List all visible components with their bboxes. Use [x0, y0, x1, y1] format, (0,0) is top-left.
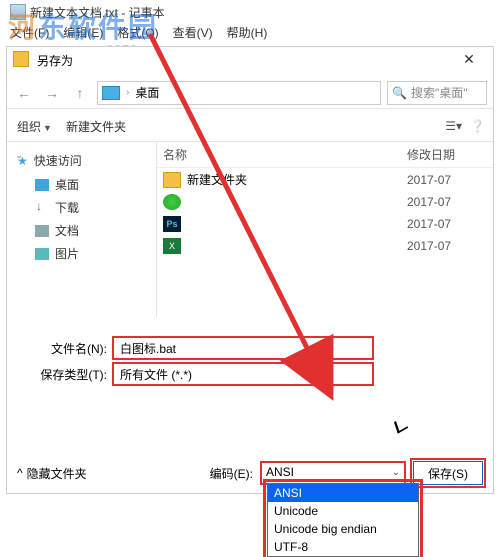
pictures-icon	[35, 248, 49, 260]
list-item[interactable]: 2017-07	[157, 191, 493, 213]
dialog-titlebar: 另存为 ✕	[7, 47, 493, 73]
sidebar-quick-access[interactable]: ★快速访问	[7, 148, 156, 173]
encoding-option-ansi[interactable]: ANSI	[268, 484, 418, 502]
filetype-label: 保存类型(T):	[17, 366, 113, 383]
folder-icon	[163, 172, 181, 188]
column-headers[interactable]: 名称 修改日期	[157, 142, 493, 168]
new-folder-button[interactable]: 新建文件夹	[66, 118, 126, 135]
chevron-right-icon: ›	[126, 87, 129, 98]
col-date[interactable]: 修改日期	[407, 146, 487, 163]
toolbar: 组织▼ 新建文件夹 ☰▾ ❔	[7, 111, 493, 141]
file-list: 名称 修改日期 新建文件夹2017-07 2017-07 Ps2017-07 X…	[157, 142, 493, 317]
documents-icon	[35, 225, 49, 237]
search-icon: 🔍	[392, 86, 407, 100]
view-icon[interactable]: ☰▾	[445, 119, 462, 133]
organize-button[interactable]: 组织▼	[17, 118, 52, 135]
encoding-option-utf8[interactable]: UTF-8	[268, 538, 418, 556]
notepad-title: 新建文本文档.txt - 记事本	[30, 4, 165, 21]
filename-input[interactable]	[113, 337, 373, 359]
col-name[interactable]: 名称	[163, 146, 407, 163]
chevron-up-icon: ^	[17, 466, 23, 480]
notepad-icon	[10, 4, 26, 20]
filetype-select[interactable]	[113, 363, 373, 385]
list-item[interactable]: X2017-07	[157, 235, 493, 257]
chevron-down-icon[interactable]: ⌄	[15, 150, 23, 161]
notepad-menu: 文件(F) 编辑(E) 格式(O) 查看(V) 帮助(H)	[10, 24, 267, 41]
dialog-title: 另存为	[37, 52, 73, 69]
save-button[interactable]: 保存(S)	[413, 461, 483, 485]
location-text: 桌面	[135, 84, 159, 101]
menu-format[interactable]: 格式(O)	[117, 24, 158, 41]
menu-view[interactable]: 查看(V)	[173, 24, 213, 41]
encoding-select[interactable]: ANSI ⌄	[261, 462, 405, 484]
encoding-dropdown: ANSI Unicode Unicode big endian UTF-8	[267, 483, 419, 557]
nav-row: ← → ↑ › 桌面 🔍 搜索"桌面"	[7, 77, 493, 109]
forward-icon[interactable]: →	[41, 82, 63, 104]
menu-file[interactable]: 文件(F)	[10, 24, 49, 41]
dialog-icon	[13, 51, 29, 67]
folder-icon	[102, 86, 120, 100]
encoding-option-unicode[interactable]: Unicode	[268, 502, 418, 520]
sidebar: ⌄ ★快速访问 桌面 下载 文档 图片	[7, 142, 157, 317]
main-pane: ⌄ ★快速访问 桌面 下载 文档 图片 名称 修改日期 新建文件夹2017-07…	[7, 141, 493, 317]
search-input[interactable]: 🔍 搜索"桌面"	[387, 81, 487, 105]
footer: ^隐藏文件夹 编码(E): ANSI ⌄ 保存(S) ANSI Unicode …	[7, 461, 493, 485]
encoding-option-unicode-be[interactable]: Unicode big endian	[268, 520, 418, 538]
back-icon[interactable]: ←	[13, 82, 35, 104]
close-icon[interactable]: ✕	[449, 49, 489, 69]
xls-icon: X	[163, 238, 181, 254]
list-item[interactable]: 新建文件夹2017-07	[157, 168, 493, 191]
form-area: 文件名(N): 保存类型(T):	[7, 325, 493, 397]
ps-icon: Ps	[163, 216, 181, 232]
download-icon	[35, 202, 49, 214]
sidebar-item-pictures[interactable]: 图片	[7, 242, 156, 265]
search-placeholder: 搜索"桌面"	[411, 84, 468, 101]
up-icon[interactable]: ↑	[69, 82, 91, 104]
chevron-down-icon: ⌄	[392, 467, 400, 478]
list-item[interactable]: Ps2017-07	[157, 213, 493, 235]
menu-help[interactable]: 帮助(H)	[227, 24, 268, 41]
sidebar-item-documents[interactable]: 文档	[7, 219, 156, 242]
sidebar-item-desktop[interactable]: 桌面	[7, 173, 156, 196]
desktop-icon	[35, 179, 49, 191]
address-bar[interactable]: › 桌面	[97, 81, 381, 105]
encoding-label: 编码(E):	[210, 465, 253, 482]
hide-folders-toggle[interactable]: ^隐藏文件夹	[17, 465, 87, 482]
filename-label: 文件名(N):	[17, 340, 113, 357]
app-icon	[163, 194, 181, 210]
save-as-dialog: 另存为 ✕ ← → ↑ › 桌面 🔍 搜索"桌面" 组织▼ 新建文件夹 ☰▾ ❔…	[6, 46, 494, 494]
sidebar-item-downloads[interactable]: 下载	[7, 196, 156, 219]
help-icon[interactable]: ❔	[470, 119, 485, 133]
menu-edit[interactable]: 编辑(E)	[63, 24, 103, 41]
